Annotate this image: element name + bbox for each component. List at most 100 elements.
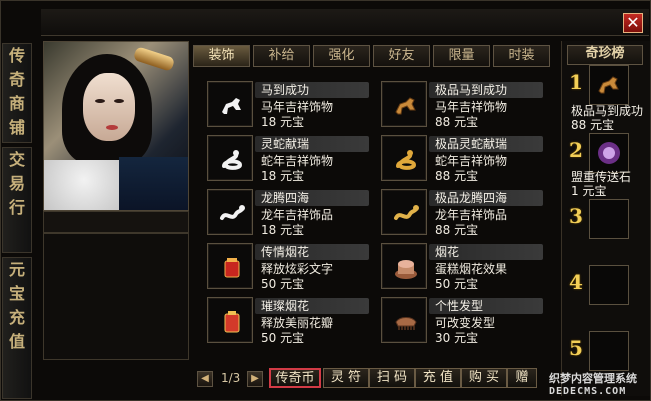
item-name: 极品马到成功 [435,83,508,97]
item-name: 灵蛇献瑞 [261,137,310,151]
left-tab-recharge-label: 元 宝 充 值 [8,260,25,351]
tab-decor[interactable]: 装饰 [193,45,250,67]
item-name: 龙腾四海 [261,191,310,205]
item-slot[interactable] [207,135,253,181]
item-name: 烟花 [435,245,460,259]
next-page-button[interactable]: ▶ [247,371,263,387]
item-desc: 龙年吉祥饰品 [435,208,508,222]
left-tab-shop[interactable]: 传 奇 商 铺 [2,43,32,143]
rank-item-name: 盟重传送石 [571,170,632,184]
gold-dragon-icon [394,205,419,220]
left-tab-recharge[interactable]: 元 宝 充 值 [2,257,32,399]
page-indicator: 1/3 [221,371,241,385]
rank-slot[interactable] [589,199,629,239]
tab-enhance[interactable]: 强化 [313,45,370,67]
left-tabs: 传 奇 商 铺 交 易 行 元 宝 充 值 [1,41,33,401]
cake-firework-icon [395,260,417,279]
rank-number: 4 [569,270,583,294]
item-slot[interactable] [207,243,253,289]
rank-number: 5 [569,336,583,360]
item-card[interactable]: 璀璨烟花 释放美丽花瓣 50 元宝 [205,295,373,347]
close-button[interactable]: ✕ [623,13,643,33]
purple-stone-icon [598,142,620,164]
item-slot[interactable] [381,297,427,343]
item-name: 马到成功 [261,83,310,97]
portrait-eye-right [114,99,124,103]
item-price: 18 元宝 [261,169,305,183]
item-card[interactable]: 极品龙腾四海 龙年吉祥饰品 88 元宝 [379,187,547,239]
item-desc: 可改变发型 [435,316,496,330]
item-name: 传情烟花 [261,245,310,259]
item-price: 88 元宝 [435,169,479,183]
item-price: 30 元宝 [435,331,479,345]
ranking-title: 奇珍榜 [567,45,643,65]
rank-number: 2 [569,138,583,162]
item-name: 极品灵蛇献瑞 [435,137,508,151]
shop-window: ✕ 传 奇 商 铺 交 易 行 元 宝 充 值 装饰 补给 强化 好友 限量 时… [0,0,651,401]
rank-slot[interactable] [589,265,629,305]
item-slot[interactable] [207,297,253,343]
item-desc: 蛇年吉祥饰物 [435,154,508,168]
tab-limited[interactable]: 限量 [433,45,490,67]
item-price: 50 元宝 [261,331,305,345]
item-card[interactable]: 传情烟花 释放炫彩文字 50 元宝 [205,241,373,293]
character-name-bar [43,211,189,233]
item-slot[interactable] [381,81,427,127]
rank-item-name: 极品马到成功 [571,104,644,118]
character-portrait [43,41,189,211]
pager: ◀ 1/3 ▶ [197,371,267,389]
item-slot[interactable] [381,189,427,235]
left-tab-trade[interactable]: 交 易 行 [2,147,32,253]
item-desc: 释放美丽花瓣 [261,316,334,330]
left-tab-shop-label: 传 奇 商 铺 [8,46,25,137]
portrait-dress [119,157,188,210]
item-slot[interactable] [207,189,253,235]
buy-button[interactable]: 购 买 [461,368,507,388]
item-card[interactable]: 极品灵蛇献瑞 蛇年吉祥饰物 88 元宝 [379,133,547,185]
item-slot[interactable] [381,135,427,181]
rank-slot[interactable] [589,65,629,105]
petal-firework-icon [224,311,240,333]
red-firework-icon [224,258,240,278]
rank-number: 1 [569,70,583,94]
title-bar [41,9,649,36]
item-desc: 释放炫彩文字 [261,262,334,276]
comb-icon [395,317,417,330]
tab-supply[interactable]: 补给 [253,45,310,67]
gift-button[interactable]: 赠 [507,368,537,388]
currency-button-legend-coin[interactable]: 传奇币 [269,368,321,388]
category-tabs: 装饰 补给 强化 好友 限量 时装 [193,45,553,67]
tab-fashion[interactable]: 时装 [493,45,550,67]
item-price: 18 元宝 [261,115,305,129]
character-info-panel [43,233,189,360]
gold-snake-icon [396,150,417,170]
item-card[interactable]: 个性发型 可改变发型 30 元宝 [379,295,547,347]
item-desc: 蛇年吉祥饰物 [261,154,334,168]
recharge-button[interactable]: 充 值 [415,368,461,388]
gold-horse-icon [395,97,416,115]
item-slot[interactable] [207,81,253,127]
item-slot[interactable] [381,243,427,289]
item-name: 个性发型 [435,299,484,313]
rank-item-price: 88 元宝 [571,118,615,132]
rank-slot[interactable] [589,133,629,173]
item-grid: 马到成功 马年吉祥饰物 18 元宝 极品马到成功 马年吉祥饰物 88 元宝 灵蛇… [205,79,549,351]
portrait-hairpin [132,46,176,72]
portrait-lips [106,125,118,130]
rank-slot[interactable] [589,331,629,371]
currency-button-talisman[interactable]: 灵 符 [323,368,369,388]
watermark-text: 织梦内容管理系统 [549,372,637,385]
scan-code-button[interactable]: 扫 码 [369,368,415,388]
white-snake-icon [222,150,243,170]
item-card[interactable]: 马到成功 马年吉祥饰物 18 元宝 [205,79,373,131]
prev-page-button[interactable]: ◀ [197,371,213,387]
item-card[interactable]: 灵蛇献瑞 蛇年吉祥饰物 18 元宝 [205,133,373,185]
item-card[interactable]: 极品马到成功 马年吉祥饰物 88 元宝 [379,79,547,131]
item-card[interactable]: 龙腾四海 龙年吉祥饰品 18 元宝 [205,187,373,239]
white-horse-icon [222,98,241,114]
white-dragon-icon [220,205,245,220]
item-desc: 龙年吉祥饰品 [261,208,334,222]
item-card[interactable]: 烟花 蛋糕烟花效果 50 元宝 [379,241,547,293]
item-price: 50 元宝 [261,277,305,291]
tab-friend[interactable]: 好友 [373,45,430,67]
